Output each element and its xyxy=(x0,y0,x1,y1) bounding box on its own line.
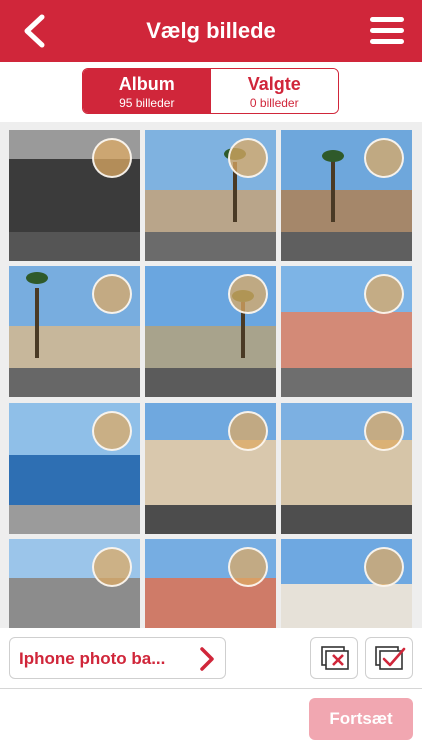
tab-count: 0 billeder xyxy=(249,96,299,110)
hamburger-menu-icon xyxy=(370,17,404,22)
photo-thumbnail[interactable] xyxy=(145,539,276,628)
photo-thumbnail[interactable] xyxy=(9,130,140,261)
photo-thumbnail[interactable] xyxy=(281,403,412,534)
menu-button[interactable] xyxy=(370,14,404,48)
select-circle[interactable] xyxy=(364,274,404,314)
photo-thumbnail[interactable] xyxy=(281,130,412,261)
select-circle[interactable] xyxy=(364,547,404,587)
select-circle[interactable] xyxy=(92,274,132,314)
album-name: Iphone photo ba... xyxy=(19,649,166,668)
tab-bar: Album 95 billeder Valgte 0 billeder xyxy=(0,62,422,122)
photo-thumbnail[interactable] xyxy=(145,130,276,261)
continue-button[interactable]: Fortsæt xyxy=(309,698,413,740)
chevron-left-icon xyxy=(24,14,45,48)
select-circle[interactable] xyxy=(228,274,268,314)
tab-label: Valgte xyxy=(247,74,301,94)
select-circle[interactable] xyxy=(364,138,404,178)
deselect-all-icon xyxy=(321,646,349,670)
tab-count: 95 billeder xyxy=(119,96,175,110)
photo-grid xyxy=(0,122,422,628)
select-circle[interactable] xyxy=(228,547,268,587)
select-all-button[interactable] xyxy=(365,637,413,679)
back-button[interactable] xyxy=(20,14,50,48)
bottom-toolbar: Iphone photo ba... Fortsæt xyxy=(0,628,422,750)
select-circle[interactable] xyxy=(92,411,132,451)
tab-album[interactable]: Album 95 billeder xyxy=(83,69,211,113)
select-circle[interactable] xyxy=(92,138,132,178)
photo-thumbnail[interactable] xyxy=(281,539,412,628)
photo-thumbnail[interactable] xyxy=(281,266,412,397)
deselect-all-button[interactable] xyxy=(310,637,358,679)
album-picker-button[interactable]: Iphone photo ba... xyxy=(9,637,226,679)
tab-selected[interactable]: Valgte 0 billeder xyxy=(210,69,338,113)
page-title: Vælg billede xyxy=(146,18,276,43)
photo-thumbnail[interactable] xyxy=(9,266,140,397)
photo-thumbnail[interactable] xyxy=(145,266,276,397)
select-circle[interactable] xyxy=(92,547,132,587)
tab-label: Album xyxy=(118,74,175,94)
chevron-right-icon xyxy=(200,647,214,671)
photo-thumbnail[interactable] xyxy=(145,403,276,534)
photo-thumbnail[interactable] xyxy=(9,403,140,534)
select-circle[interactable] xyxy=(228,411,268,451)
segmented-control: Album 95 billeder Valgte 0 billeder xyxy=(82,68,339,114)
select-circle[interactable] xyxy=(228,138,268,178)
select-all-icon xyxy=(375,646,406,670)
divider xyxy=(0,688,422,689)
photo-thumbnail[interactable] xyxy=(9,539,140,628)
select-circle[interactable] xyxy=(364,411,404,451)
top-bar: Vælg billede xyxy=(0,0,422,62)
